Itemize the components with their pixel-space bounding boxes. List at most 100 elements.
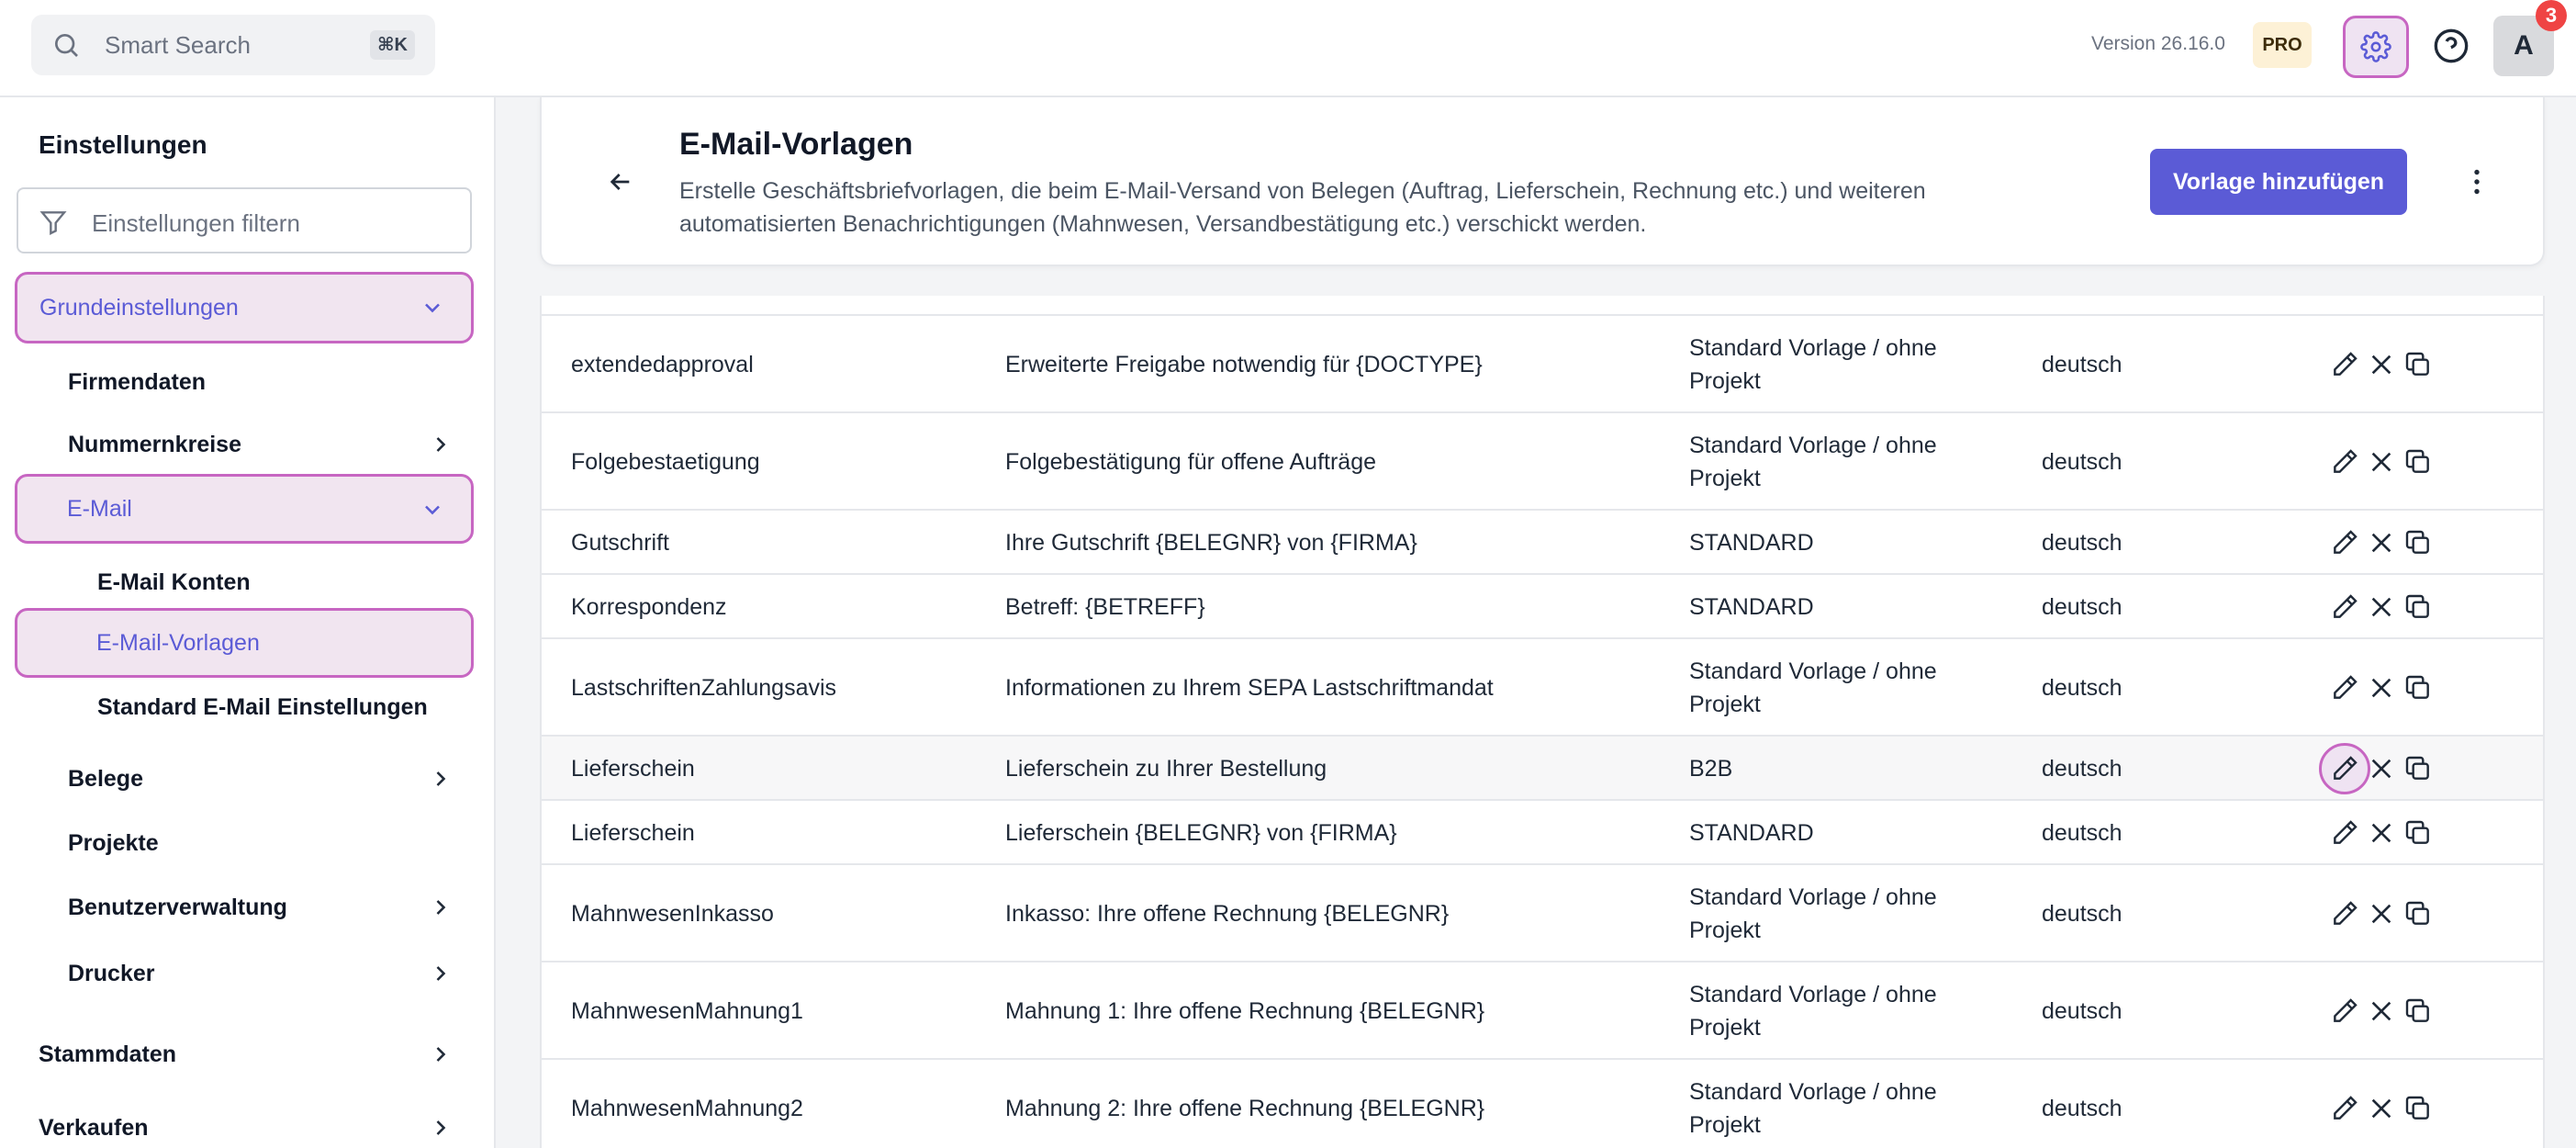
- table-row[interactable]: Gutschrift Ihre Gutschrift {BELEGNR} von …: [542, 509, 2543, 573]
- chevron-right-icon: [436, 1047, 446, 1062]
- edit-icon[interactable]: [2330, 818, 2359, 848]
- row-actions: [2330, 447, 2433, 477]
- sidebar-item-drucker[interactable]: Drucker: [68, 955, 454, 992]
- template-language-cell: deutsch: [2042, 737, 2122, 801]
- template-language: deutsch: [2042, 351, 2122, 377]
- template-subject: Mahnung 1: Ihre offene Rechnung {BELEGNR…: [1005, 997, 1485, 1024]
- copy-icon[interactable]: [2403, 350, 2433, 379]
- row-actions: [2330, 528, 2433, 557]
- sidebar-item-email[interactable]: E-Mail: [15, 474, 474, 544]
- table-row[interactable]: MahnwesenMahnung1 Mahnung 1: Ihre offene …: [542, 961, 2543, 1058]
- sidebar-item-label: Verkaufen: [39, 1114, 149, 1141]
- table-row[interactable]: Lieferschein Lieferschein {BELEGNR} von {…: [542, 799, 2543, 863]
- edit-icon[interactable]: [2330, 673, 2359, 703]
- sidebar-item-label: Nummernkreise: [68, 431, 241, 457]
- table-row[interactable]: extendedapproval Erweiterte Freigabe notw…: [542, 314, 2543, 411]
- more-vertical-icon[interactable]: [2460, 165, 2493, 198]
- sidebar-item-label: Belege: [68, 765, 143, 792]
- sidebar-item-benutzerverwaltung[interactable]: Benutzerverwaltung: [68, 889, 454, 926]
- table-row[interactable]: MahnwesenInkasso Inkasso: Ihre offene Rec…: [542, 863, 2543, 961]
- copy-icon[interactable]: [2403, 673, 2433, 703]
- close-icon[interactable]: [2367, 673, 2396, 703]
- sidebar-item-grundeinstellungen[interactable]: Grundeinstellungen: [15, 272, 474, 343]
- close-icon[interactable]: [2367, 996, 2396, 1026]
- sidebar-item-standard-email-einstellungen[interactable]: Standard E-Mail Einstellungen: [97, 689, 428, 726]
- copy-icon[interactable]: [2403, 592, 2433, 622]
- sidebar-item-email-konten[interactable]: E-Mail Konten: [97, 564, 251, 601]
- close-icon[interactable]: [2367, 350, 2396, 379]
- template-subject: Erweiterte Freigabe notwendig für {DOCTY…: [1005, 351, 1483, 377]
- template-name-cell: Lieferschein: [571, 801, 695, 865]
- template-project-cell: Standard Vorlage / ohne Projekt: [1689, 639, 1992, 737]
- template-project: STANDARD: [1689, 530, 1814, 556]
- edit-icon[interactable]: [2330, 996, 2359, 1026]
- template-name-cell: Gutschrift: [571, 511, 669, 575]
- template-subject: Inkasso: Ihre offene Rechnung {BELEGNR}: [1005, 900, 1450, 927]
- close-icon[interactable]: [2367, 592, 2396, 622]
- template-language: deutsch: [2042, 674, 2122, 701]
- template-language: deutsch: [2042, 900, 2122, 927]
- copy-icon[interactable]: [2403, 899, 2433, 929]
- template-language-cell: deutsch: [2042, 511, 2122, 575]
- template-name: MahnwesenInkasso: [571, 900, 774, 927]
- template-project: Standard Vorlage / ohne Projekt: [1689, 335, 1937, 394]
- edit-icon[interactable]: [2319, 743, 2370, 794]
- template-language-cell: deutsch: [2042, 413, 2122, 511]
- sidebar-item-label: Standard E-Mail Einstellungen: [97, 693, 428, 720]
- edit-icon[interactable]: [2330, 447, 2359, 477]
- sidebar-item-projekte[interactable]: Projekte: [68, 825, 159, 861]
- chevron-right-icon: [436, 900, 446, 915]
- close-icon[interactable]: [2367, 1094, 2396, 1123]
- template-subject-cell: Inkasso: Ihre offene Rechnung {BELEGNR}: [1005, 865, 1449, 962]
- sidebar-item-label: Projekte: [68, 829, 159, 856]
- table-row[interactable]: LastschriftenZahlungsavis Informationen z…: [542, 637, 2543, 735]
- table-row[interactable]: Korrespondenz Betreff: {BETREFF} STANDARD d…: [542, 573, 2543, 637]
- table-row[interactable]: MahnwesenMahnung2 Mahnung 2: Ihre offene …: [542, 1058, 2543, 1148]
- close-icon[interactable]: [2367, 899, 2396, 929]
- edit-icon[interactable]: [2330, 899, 2359, 929]
- copy-icon[interactable]: [2403, 996, 2433, 1026]
- templates-table: extendedapproval Erweiterte Freigabe notw…: [540, 296, 2545, 1148]
- help-icon[interactable]: [2433, 28, 2470, 64]
- copy-icon[interactable]: [2403, 528, 2433, 557]
- sidebar-item-verkaufen[interactable]: Verkaufen: [39, 1109, 454, 1146]
- table-row[interactable]: Lieferschein Lieferschein zu Ihrer Bestel…: [542, 735, 2543, 799]
- edit-icon[interactable]: [2330, 592, 2359, 622]
- template-subject-cell: Erweiterte Freigabe notwendig für {DOCTY…: [1005, 316, 1483, 413]
- copy-icon[interactable]: [2403, 1094, 2433, 1123]
- sidebar-item-email-vorlagen[interactable]: E-Mail-Vorlagen: [15, 608, 474, 678]
- chevron-right-icon: [436, 1120, 446, 1135]
- row-actions: [2330, 818, 2433, 848]
- pro-badge: PRO: [2253, 22, 2312, 68]
- sidebar-item-nummernkreise[interactable]: Nummernkreise: [68, 426, 454, 463]
- close-icon[interactable]: [2367, 447, 2396, 477]
- close-icon[interactable]: [2367, 754, 2396, 783]
- edit-icon[interactable]: [2330, 350, 2359, 379]
- arrow-left-icon[interactable]: [606, 167, 635, 197]
- close-icon[interactable]: [2367, 528, 2396, 557]
- top-bar: Smart Search ⌘K Version 26.16.0 PRO A 3: [0, 0, 2576, 97]
- copy-icon[interactable]: [2403, 818, 2433, 848]
- edit-icon[interactable]: [2330, 1094, 2359, 1123]
- edit-icon[interactable]: [2330, 528, 2359, 557]
- template-name-cell: MahnwesenMahnung2: [571, 1060, 803, 1148]
- add-template-button[interactable]: Vorlage hinzufügen: [2150, 149, 2407, 215]
- template-subject: Lieferschein {BELEGNR} von {FIRMA}: [1005, 819, 1397, 846]
- copy-icon[interactable]: [2403, 447, 2433, 477]
- template-subject-cell: Informationen zu Ihrem SEPA Lastschriftm…: [1005, 639, 1494, 737]
- sidebar-item-stammdaten[interactable]: Stammdaten: [39, 1036, 454, 1073]
- sidebar-item-firmendaten[interactable]: Firmendaten: [68, 364, 206, 400]
- template-subject: Betreff: {BETREFF}: [1005, 593, 1205, 620]
- sidebar-item-belege[interactable]: Belege: [68, 760, 454, 797]
- template-language: deutsch: [2042, 819, 2122, 846]
- copy-icon[interactable]: [2403, 754, 2433, 783]
- smart-search[interactable]: Smart Search ⌘K: [31, 15, 435, 75]
- close-icon[interactable]: [2367, 818, 2396, 848]
- settings-button[interactable]: [2343, 16, 2409, 78]
- table-row[interactable]: Folgebestaetigung Folgebestätigung für of…: [542, 411, 2543, 509]
- sidebar-title: Einstellungen: [39, 130, 207, 159]
- template-language-cell: deutsch: [2042, 865, 2122, 962]
- row-actions: [2330, 996, 2433, 1026]
- settings-filter-input[interactable]: Einstellungen filtern: [17, 187, 472, 253]
- template-subject: Mahnung 2: Ihre offene Rechnung {BELEGNR…: [1005, 1095, 1485, 1121]
